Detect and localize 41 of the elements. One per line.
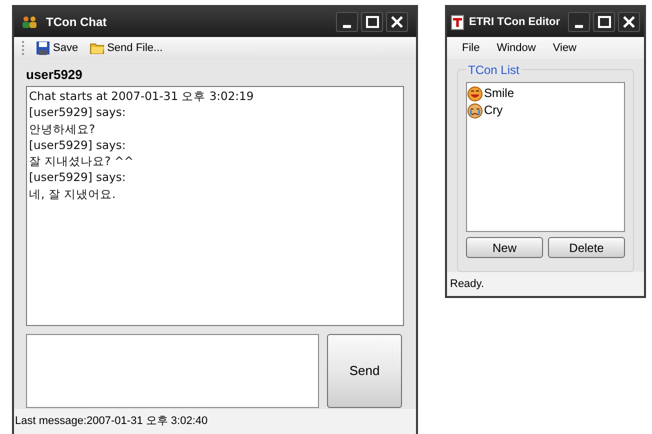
username-label: user5929 [26,67,84,83]
chat-line: 안녕하세요? [29,120,96,137]
send-button[interactable]: Send [327,334,402,408]
minimize-icon [575,25,583,28]
menu-item[interactable]: View [552,40,577,56]
laughing-face-icon [467,86,483,102]
close-icon [621,14,637,30]
send-file-button[interactable]: Send File... [90,40,163,56]
minimize-button[interactable] [568,12,590,32]
crying-face-icon [467,102,483,118]
menu-item[interactable]: File [462,40,480,56]
chat-line: [user5929] says: [29,136,126,154]
save-button[interactable]: Save [36,40,78,56]
new-button[interactable]: New [466,237,543,258]
folder-icon [90,41,104,55]
tcon-list[interactable]: Smile Cry [466,82,625,232]
list-item[interactable]: Cry [467,102,503,119]
chat-line: [user5929] says: [29,104,126,121]
menu-item[interactable]: Window [496,40,536,56]
document-icon [451,14,464,30]
maximize-icon [364,14,380,30]
window-title: ETRI TCon Editor [469,14,560,30]
chat-line: 잘 지내셨나요? ^^ [29,153,134,170]
users-icon [22,16,38,28]
message-input[interactable] [26,334,319,408]
status-text: Ready. [450,276,484,292]
minimize-icon [343,25,351,28]
close-button[interactable] [618,12,640,32]
close-button[interactable] [386,12,408,32]
chat-line: Chat starts at 2007-01-31 오후 3:02:19 [29,88,254,104]
chat-line: 네, 잘 지냈어요. [29,186,116,202]
delete-button[interactable]: Delete [548,237,625,258]
maximize-button[interactable] [593,12,615,32]
list-item[interactable]: Smile [467,85,514,102]
maximize-button[interactable] [361,12,383,32]
window-title: TCon Chat [46,14,107,31]
minimize-button[interactable] [336,12,358,32]
close-icon [389,14,405,30]
chat-line: [user5929] says: [29,169,126,186]
status-text: Last message:2007-01-31 오후 3:02:40 [15,414,208,429]
maximize-icon [596,14,612,30]
